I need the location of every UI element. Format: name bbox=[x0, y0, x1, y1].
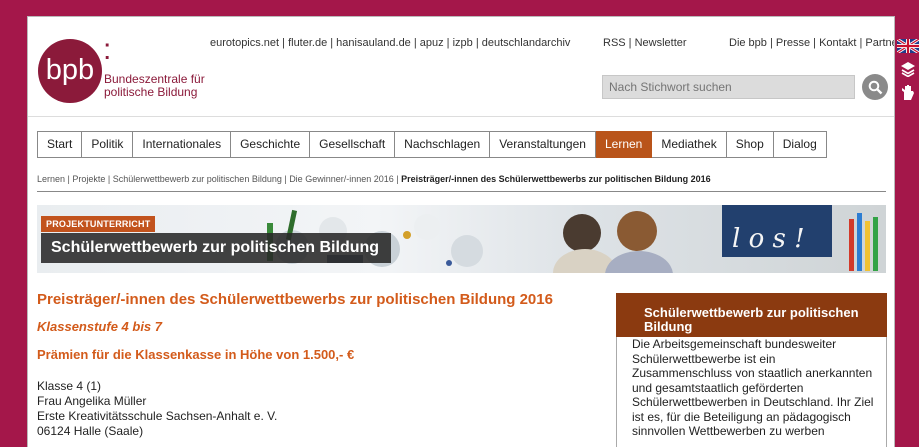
breadcrumb-separator: | bbox=[393, 174, 402, 184]
feed-links[interactable]: RSS | Newsletter bbox=[603, 37, 687, 49]
winner-teacher: Frau Angelika Müller bbox=[37, 394, 147, 408]
breadcrumb: Lernen | Projekte | Schülerwettbewerb zu… bbox=[37, 174, 711, 184]
side-toolbar bbox=[896, 36, 919, 105]
search-button[interactable] bbox=[862, 74, 888, 100]
prize-heading: Prämien für die Klassenkasse in Höhe von… bbox=[37, 347, 355, 362]
breadcrumb-link[interactable]: Projekte bbox=[72, 174, 105, 184]
breadcrumb-rule bbox=[37, 191, 886, 192]
nav-item-geschichte[interactable]: Geschichte bbox=[231, 131, 311, 158]
partner-links[interactable]: eurotopics.net | fluter.de | hanisauland… bbox=[210, 37, 570, 49]
logo-mark: bpb bbox=[45, 54, 95, 86]
winner-address: Klasse 4 (1) Frau Angelika Müller Erste … bbox=[37, 379, 277, 439]
sign-language-icon[interactable] bbox=[896, 82, 919, 102]
header-divider bbox=[28, 116, 894, 117]
winner-city: 06124 Halle (Saale) bbox=[37, 424, 144, 438]
page: bpb : Bundeszentrale für politische Bild… bbox=[27, 16, 895, 447]
nav-item-start[interactable]: Start bbox=[37, 131, 83, 158]
logo-line-2: politische Bildung bbox=[104, 85, 198, 99]
nav-item-mediathek[interactable]: Mediathek bbox=[652, 131, 727, 158]
svg-text:l o s !: l o s ! bbox=[732, 224, 805, 254]
nav-item-gesellschaft[interactable]: Gesellschaft bbox=[310, 131, 396, 158]
info-box-text: Die Arbeitsgemeinschaft bundesweiter Sch… bbox=[616, 337, 887, 447]
winner-school: Erste Kreativitätsschule Sachsen-Anhalt … bbox=[37, 409, 278, 423]
nav-item-shop[interactable]: Shop bbox=[726, 131, 774, 158]
nav-item-nachschlagen[interactable]: Nachschlagen bbox=[395, 131, 491, 158]
site-links[interactable]: Die bpb | Presse | Kontakt | Partner bbox=[729, 37, 894, 49]
page-title: Preisträger/-innen des Schülerwettbewerb… bbox=[37, 291, 553, 308]
nav-item-dialog[interactable]: Dialog bbox=[773, 131, 827, 158]
project-banner: l o s ! PROJEKTUNTERRICHT Schülerwettbew… bbox=[37, 205, 886, 273]
easy-language-icon[interactable] bbox=[896, 59, 919, 79]
logo-colon: : bbox=[103, 33, 112, 66]
main-navigation: Start Politik Internationales Geschichte Ges… bbox=[37, 131, 827, 158]
breadcrumb-link[interactable]: Die Gewinner/-innen 2016 bbox=[289, 174, 394, 184]
banner-title: Schülerwettbewerb zur politischen Bildun… bbox=[41, 233, 392, 263]
breadcrumb-link[interactable]: Schülerwettbewerb zur politischen Bildun… bbox=[113, 174, 282, 184]
breadcrumb-link[interactable]: Lernen bbox=[37, 174, 65, 184]
nav-item-internationales[interactable]: Internationales bbox=[133, 131, 232, 158]
uk-flag-icon[interactable] bbox=[896, 36, 919, 56]
nav-item-veranstaltungen[interactable]: Veranstaltungen bbox=[490, 131, 596, 158]
info-box-title[interactable]: Schülerwettbewerb zur politischen Bildun… bbox=[616, 293, 887, 337]
class-level-heading: Klassenstufe 4 bis 7 bbox=[37, 319, 162, 334]
nav-item-lernen[interactable]: Lernen bbox=[595, 131, 653, 158]
banner-tag: PROJEKTUNTERRICHT bbox=[41, 216, 156, 232]
breadcrumb-separator: | bbox=[105, 174, 113, 184]
breadcrumb-current: Preisträger/-innen des Schülerwettbewerb… bbox=[401, 174, 711, 184]
search-input[interactable] bbox=[602, 75, 855, 99]
logo-text[interactable]: Bundeszentrale für politische Bildung bbox=[104, 73, 205, 99]
bpb-logo[interactable]: bpb bbox=[38, 39, 102, 103]
search-icon bbox=[868, 80, 882, 94]
winner-class: Klasse 4 (1) bbox=[37, 379, 102, 393]
nav-item-politik[interactable]: Politik bbox=[82, 131, 134, 158]
